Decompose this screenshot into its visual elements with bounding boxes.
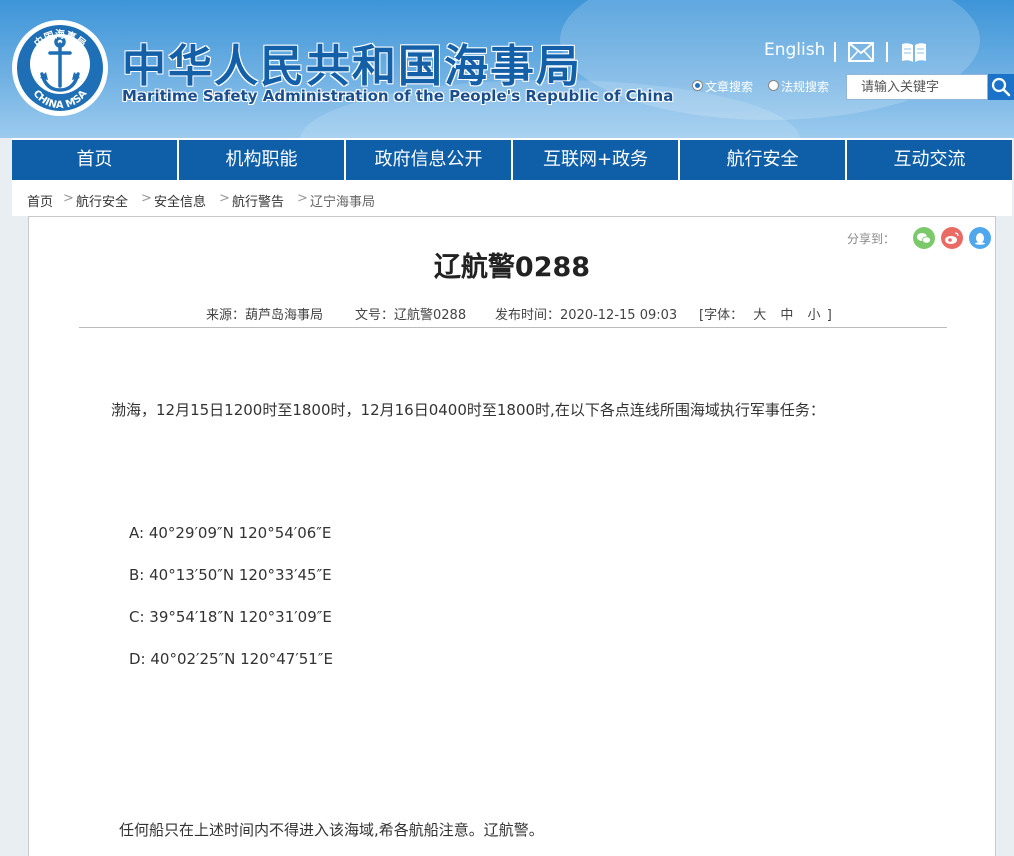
divider (834, 42, 836, 62)
coordinate-point: A: 40°29′09″N 120°54′06″E (129, 524, 332, 542)
search-icon (991, 77, 1011, 97)
font-size-close: ] (826, 308, 832, 323)
nav-item-functions[interactable]: 机构职能 (179, 140, 344, 180)
search-button[interactable] (988, 74, 1014, 100)
coordinate-point: B: 40°13′50″N 120°33′45″E (129, 566, 332, 584)
english-link[interactable]: English (764, 40, 825, 60)
font-size-large[interactable]: 大 (753, 308, 766, 323)
law-search-label[interactable]: 法规搜索 (781, 78, 829, 95)
article-intro: 渤海，12月15日1200时至1800时，12月16日0400时至1800时,在… (111, 401, 825, 419)
article-title: 辽航警0288 (433, 252, 591, 283)
breadcrumb-safety-info[interactable]: 安全信息 (154, 191, 206, 210)
font-size-label: [字体： (699, 308, 744, 323)
breadcrumb-separator: > (219, 191, 230, 206)
top-utility-bar: English (714, 40, 1014, 64)
time-label: 发布时间： (495, 308, 561, 323)
breadcrumb: 首页 > 航行安全 > 安全信息 > 航行警告 > 辽宁海事局 (12, 180, 1012, 216)
site-header: 中国海事局 CHINA MSA 中华人民共和国海事局 Maritime Safe… (0, 0, 1014, 138)
breadcrumb-home[interactable]: 首页 (27, 191, 53, 210)
site-title[interactable]: 中华人民共和国海事局 (122, 30, 582, 94)
doc-label: 文号： (355, 308, 395, 323)
source-label: 来源： (206, 308, 246, 323)
time-value: 2020-12-15 09:03 (560, 308, 678, 323)
breadcrumb-separator: > (297, 191, 308, 206)
search-input[interactable] (846, 74, 988, 100)
article-panel: 分享到： 辽航警0288 来源：葫芦岛海事局 文号：辽航警0288 发布时间：2… (28, 216, 996, 856)
nav-item-home[interactable]: 首页 (12, 140, 177, 180)
title-divider (79, 327, 947, 328)
law-search-radio[interactable] (768, 80, 779, 91)
nav-item-interaction[interactable]: 互动交流 (847, 140, 1012, 180)
font-size-medium[interactable]: 中 (780, 308, 793, 323)
article-source: 来源：葫芦岛海事局 (206, 304, 323, 323)
nav-item-nav-safety[interactable]: 航行安全 (680, 140, 845, 180)
site-subtitle: Maritime Safety Administration of the Pe… (122, 87, 674, 105)
breadcrumb-nav-safety[interactable]: 航行安全 (76, 191, 128, 210)
book-icon[interactable] (900, 40, 928, 64)
breadcrumb-nav-warning[interactable]: 航行警告 (232, 191, 284, 210)
nav-item-internet-gov[interactable]: 互联网+政务 (513, 140, 678, 180)
doc-value: 辽航警0288 (394, 308, 467, 323)
breadcrumb-liaoning[interactable]: 辽宁海事局 (310, 191, 375, 210)
font-size-switcher: [字体： 大 中 小 ] (699, 304, 832, 323)
divider (886, 42, 888, 62)
nav-item-gov-info[interactable]: 政府信息公开 (346, 140, 511, 180)
font-size-small[interactable]: 小 (808, 308, 821, 323)
china-msa-logo[interactable]: 中国海事局 CHINA MSA (12, 20, 108, 116)
article-doc-number: 文号：辽航警0288 (355, 304, 466, 323)
article-publish-time: 发布时间：2020-12-15 09:03 (495, 304, 677, 323)
search-bar: 文章搜索 法规搜索 (690, 74, 1014, 100)
source-value: 葫芦岛海事局 (245, 308, 324, 323)
article-closing: 任何船只在上述时间内不得进入该海域,希各航船注意。辽航警。 (119, 821, 544, 839)
breadcrumb-separator: > (141, 191, 152, 206)
article-search-radio[interactable] (692, 80, 703, 91)
article-search-label[interactable]: 文章搜索 (705, 78, 753, 95)
coordinate-point: D: 40°02′25″N 120°47′51″E (129, 650, 333, 668)
mail-icon[interactable] (848, 42, 874, 62)
breadcrumb-separator: > (63, 191, 74, 206)
coordinate-point: C: 39°54′18″N 120°31′09″E (129, 608, 332, 626)
main-nav: 首页 机构职能 政府信息公开 互联网+政务 航行安全 互动交流 (12, 138, 1012, 180)
